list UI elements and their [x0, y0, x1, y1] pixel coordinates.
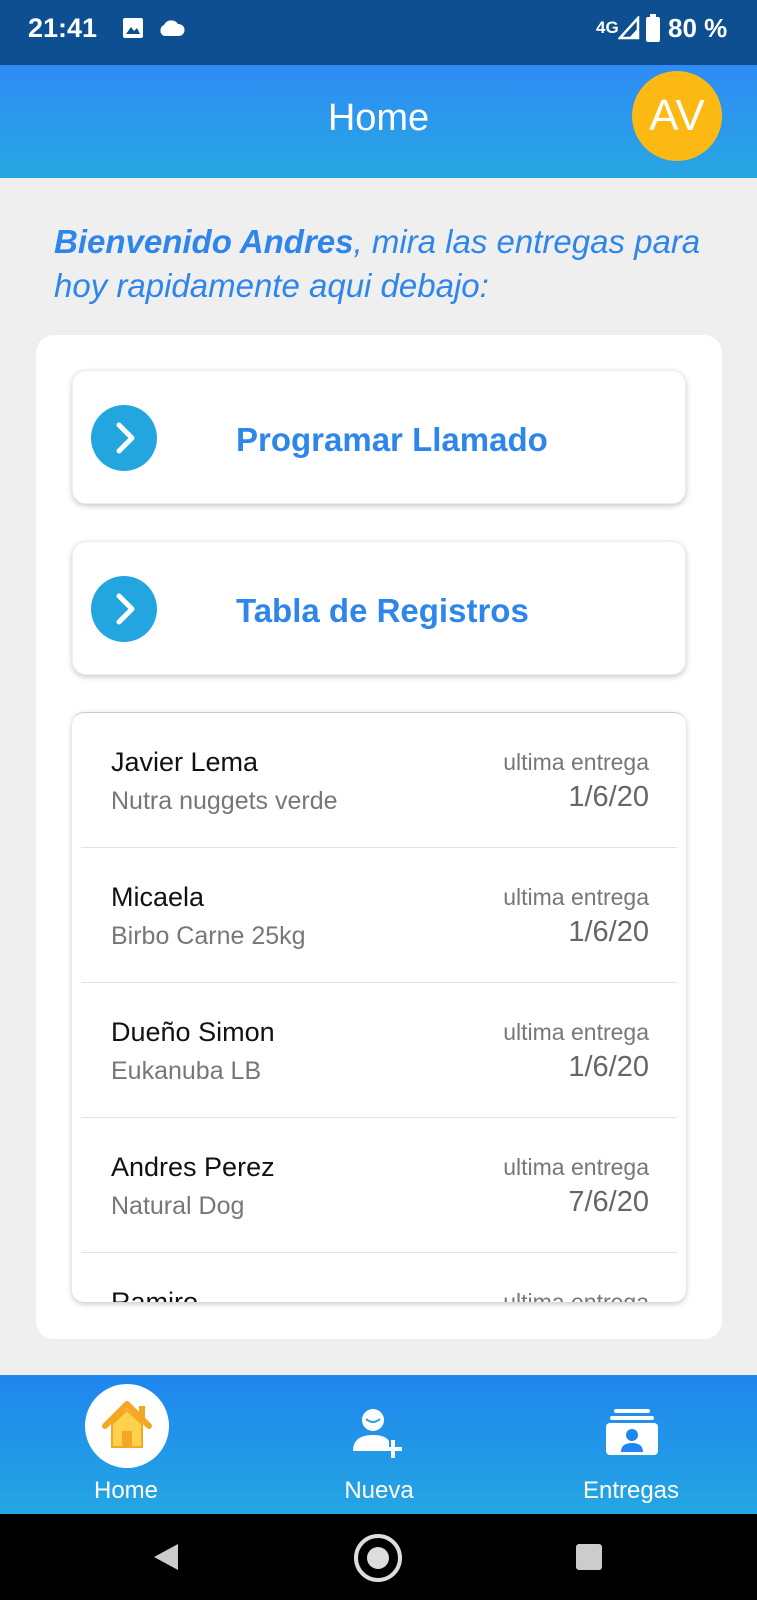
last-delivery-date: 1/6/20 — [568, 781, 649, 813]
client-name: Andres Perez — [111, 1152, 275, 1182]
deliveries-icon — [604, 1407, 660, 1462]
nav-label: Entregas — [582, 1477, 680, 1504]
action-label: Programar Llamado — [236, 421, 548, 458]
product-name: Natural Dog — [111, 1192, 245, 1220]
client-name: Ramiro — [111, 1287, 199, 1302]
app-header: Home AV — [0, 65, 757, 178]
nav-nueva[interactable]: Nueva — [299, 1375, 459, 1514]
chevron-right-icon — [91, 405, 157, 471]
tabla-registros-button[interactable]: Tabla de Registros — [72, 541, 686, 675]
nav-home[interactable]: Home — [46, 1375, 206, 1514]
last-delivery-label: ultima entrega — [503, 1289, 649, 1302]
deliveries-list[interactable]: Javier Lema Nutra nuggets verde ultima e… — [72, 712, 686, 1302]
main-card: Programar Llamado Tabla de Registros Jav… — [36, 335, 722, 1339]
bottom-nav: Home Nueva Entregas — [0, 1375, 757, 1514]
welcome-message: Bienvenido Andres, mira las entregas par… — [54, 220, 714, 308]
list-item[interactable]: Javier Lema Nutra nuggets verde ultima e… — [81, 713, 677, 848]
network-type: 4G — [596, 18, 619, 37]
last-delivery-label: ultima entrega — [503, 884, 649, 910]
list-item[interactable]: Andres Perez Natural Dog ultima entrega … — [81, 1118, 677, 1253]
client-name: Dueño Simon — [111, 1017, 275, 1047]
last-delivery-label: ultima entrega — [503, 1154, 649, 1180]
image-icon — [122, 17, 144, 44]
signal-icon — [617, 14, 640, 45]
battery-percent: 80 % — [668, 13, 728, 43]
client-name: Micaela — [111, 882, 205, 912]
last-delivery-label: ultima entrega — [503, 749, 649, 775]
nav-label: Nueva — [344, 1477, 414, 1504]
action-label: Tabla de Registros — [236, 592, 529, 629]
last-delivery-label: ultima entrega — [503, 1019, 649, 1045]
home-nav-icon[interactable] — [352, 1532, 404, 1589]
list-item[interactable]: Micaela Birbo Carne 25kg ultima entrega … — [81, 848, 677, 983]
home-icon — [85, 1384, 169, 1468]
chevron-right-icon — [91, 576, 157, 642]
last-delivery-date: 7/6/20 — [568, 1186, 649, 1218]
recents-icon[interactable] — [576, 1544, 602, 1575]
android-nav-bar — [0, 1514, 757, 1600]
welcome-name: Bienvenido Andres — [54, 223, 354, 260]
avatar[interactable]: AV — [632, 71, 722, 161]
battery-icon — [646, 14, 660, 47]
nav-entregas[interactable]: Entregas — [551, 1375, 711, 1514]
nav-label: Home — [93, 1477, 159, 1504]
add-user-icon — [349, 1405, 405, 1466]
programar-llamado-button[interactable]: Programar Llamado — [72, 370, 686, 504]
list-item[interactable]: Dueño Simon Eukanuba LB ultima entrega 1… — [81, 983, 677, 1118]
status-time: 21:41 — [28, 13, 98, 43]
client-name: Javier Lema — [111, 747, 259, 777]
product-name: Nutra nuggets verde — [111, 787, 338, 815]
last-delivery-date: 1/6/20 — [568, 916, 649, 948]
cloud-icon — [157, 19, 185, 42]
status-bar: 21:41 4G 80 % — [0, 0, 757, 65]
product-name: Eukanuba LB — [111, 1057, 262, 1085]
list-item[interactable]: Ramiro ultima entrega — [81, 1253, 677, 1302]
product-name: Birbo Carne 25kg — [111, 922, 306, 950]
back-icon[interactable] — [152, 1542, 180, 1577]
last-delivery-date: 1/6/20 — [568, 1051, 649, 1083]
